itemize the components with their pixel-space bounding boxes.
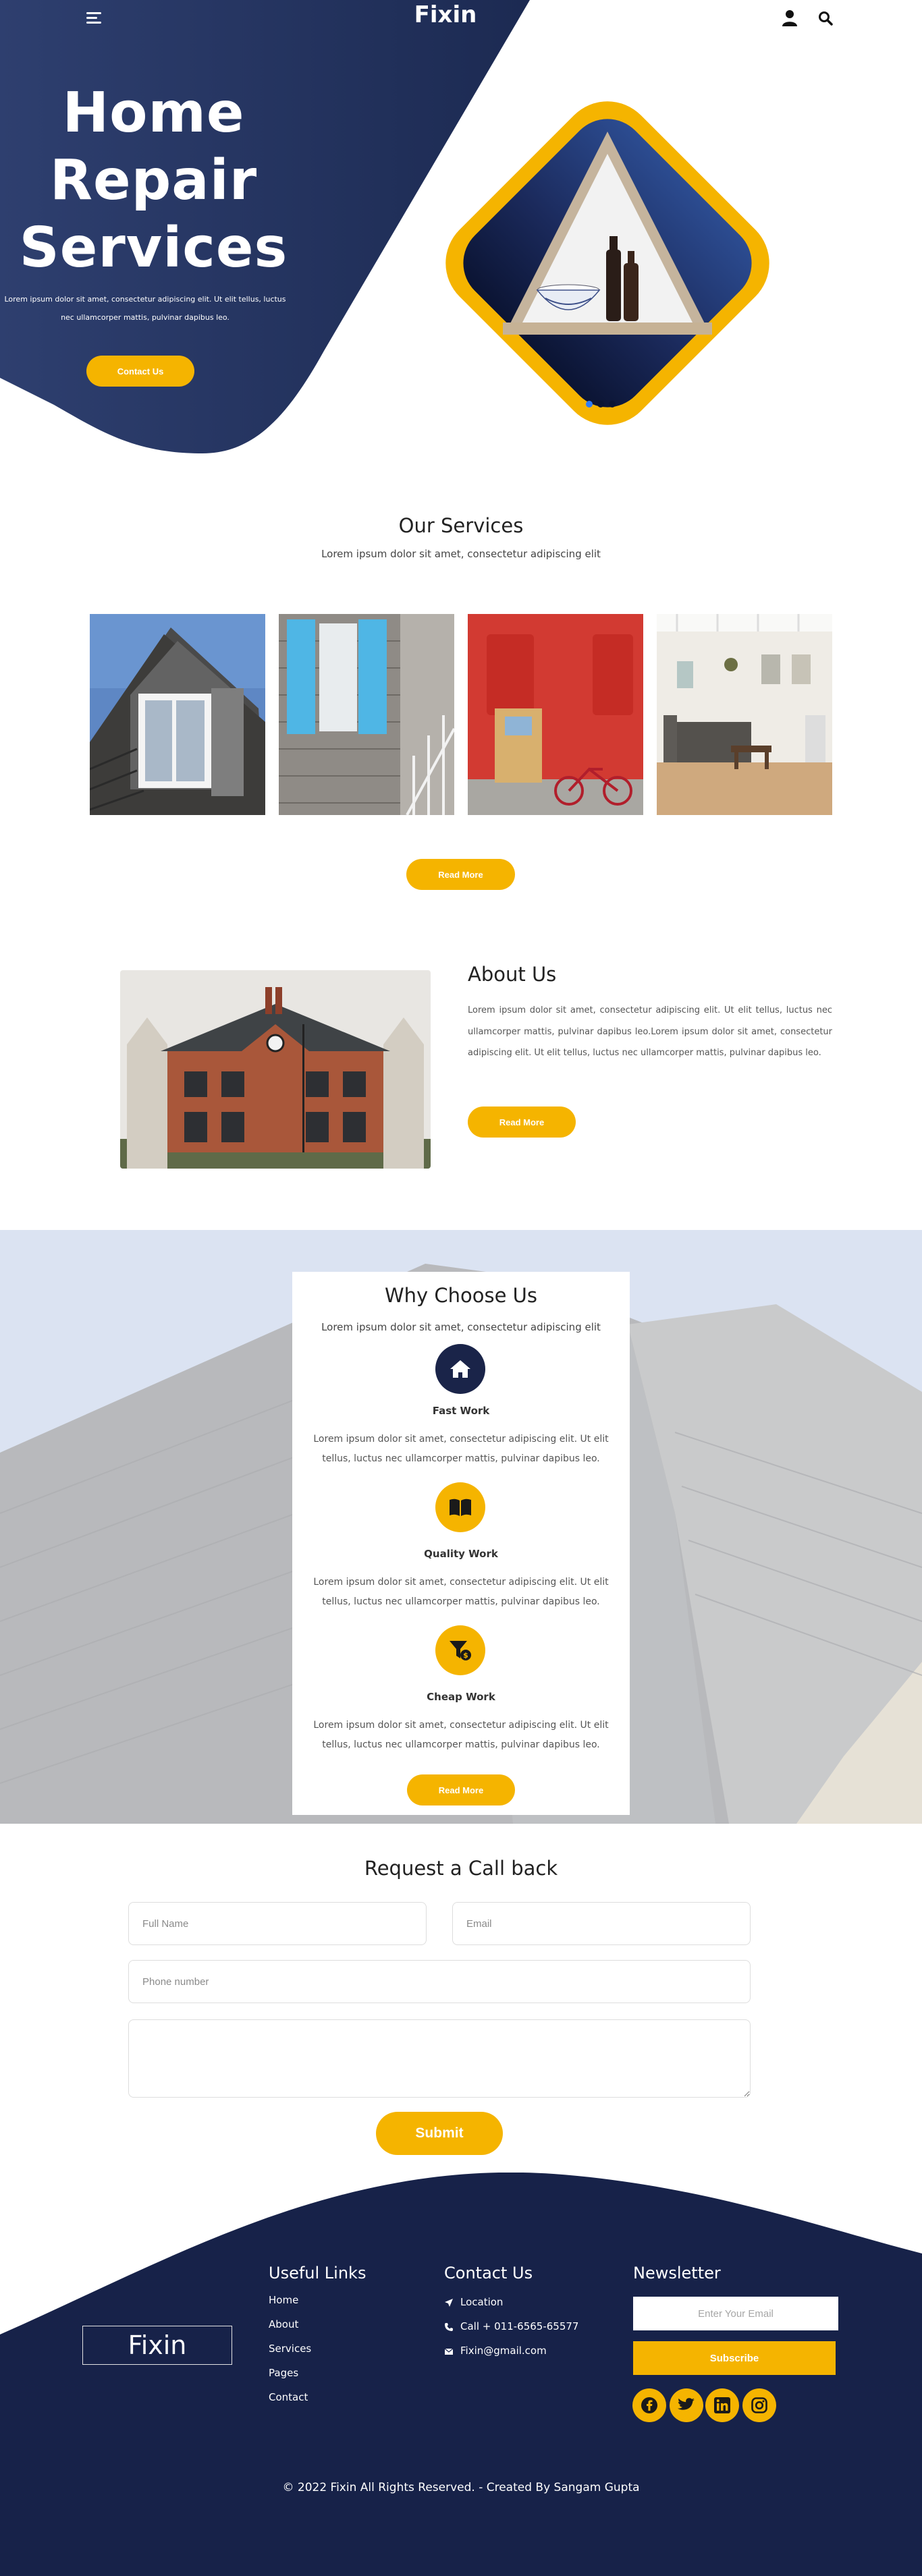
feature-description: Lorem ipsum dolor sit amet, consectetur … [313,1720,609,1750]
services-subtitle: Lorem ipsum dolor sit amet, consectetur … [321,548,601,560]
newsletter-email-input[interactable] [633,2297,838,2330]
footer-link-home[interactable]: Home [269,2294,298,2306]
slider-dots [586,401,616,408]
service-image-wooden-wall[interactable] [279,614,454,815]
about-text: Lorem ipsum dolor sit amet, consectetur … [468,1005,832,1058]
contact-location: Location [460,2296,504,2308]
phone-input[interactable] [128,1960,751,2003]
instagram-icon[interactable] [742,2388,776,2422]
hero-image-slider [445,101,769,425]
hero-title: Home Repair Services [13,80,294,282]
hero-title-line: Services [19,216,288,280]
phone-icon [445,2323,453,2331]
footer-link-services[interactable]: Services [269,2343,311,2355]
why-subtitle: Lorem ipsum dolor sit amet, consectetur … [321,1321,601,1333]
hero-section: Fixin Home Repair Services Lorem ipsum d… [0,0,922,466]
services-title: Our Services [398,514,524,537]
services-read-more-button[interactable]: Read More [406,859,515,890]
callback-title: Request a Call back [364,1857,558,1880]
contact-email[interactable]: Fixin@gmail.com [460,2345,547,2357]
about-house-image [120,970,431,1169]
slider-dot[interactable] [586,401,593,408]
location-arrow-icon [445,2299,453,2307]
message-textarea[interactable] [128,2019,751,2098]
contact-us-title: Contact Us [444,2264,533,2283]
feature-name: Cheap Work [427,1691,495,1703]
feature-description: Lorem ipsum dolor sit amet, consectetur … [313,1434,609,1464]
hero-title-line: Home [62,81,245,145]
about-read-more-button[interactable]: Read More [468,1107,576,1138]
facebook-icon[interactable] [632,2388,666,2422]
svg-text:$: $ [463,1651,468,1660]
funnel-dollar-icon: $ [435,1625,485,1675]
about-title: About Us [468,963,557,986]
hero-description-line: nec ullamcorper mattis, pulvinar dapibus… [61,313,229,322]
footer-link-pages[interactable]: Pages [269,2367,298,2379]
hero-description: Lorem ipsum dolor sit amet, consectetur … [0,290,290,327]
copyright-text: © 2022 Fixin All Rights Reserved. - Crea… [282,2481,640,2494]
subscribe-button[interactable]: Subscribe [633,2341,836,2375]
why-choose-card: Why Choose Us Lorem ipsum dolor sit amet… [292,1272,630,1815]
service-image-roof-window[interactable] [90,614,265,815]
footer-logo[interactable]: Fixin [82,2326,232,2365]
footer-link-contact[interactable]: Contact [269,2391,308,2403]
slider-dot[interactable] [609,401,616,408]
service-image-red-door[interactable] [468,614,643,815]
envelope-icon [444,2348,454,2355]
user-icon[interactable] [782,9,798,27]
newsletter-title: Newsletter [633,2264,721,2283]
hero-title-line: Repair [49,148,258,213]
feature-name: Fast Work [432,1405,490,1417]
feature-description: Lorem ipsum dolor sit amet, consectetur … [313,1577,609,1607]
search-icon[interactable] [818,11,833,26]
hero-description-line: Lorem ipsum dolor sit amet, consectetur … [4,295,286,304]
slider-dot[interactable] [597,401,604,408]
full-name-input[interactable] [128,1902,427,1945]
useful-links-title: Useful Links [269,2264,367,2283]
why-title: Why Choose Us [384,1284,538,1307]
contact-us-button[interactable]: Contact Us [86,356,194,387]
book-icon [435,1482,485,1532]
service-image-living-room[interactable] [657,614,832,815]
email-input[interactable] [452,1902,751,1945]
twitter-icon[interactable] [670,2388,703,2422]
site-logo[interactable]: Fixin [398,1,493,28]
footer-link-about[interactable]: About [269,2318,298,2330]
menu-icon[interactable] [86,12,101,26]
home-icon [435,1344,485,1394]
feature-name: Quality Work [424,1548,498,1560]
contact-phone[interactable]: Call + 011-6565-65577 [460,2320,578,2332]
linkedin-icon[interactable] [705,2388,739,2422]
submit-button[interactable]: Submit [376,2112,503,2155]
why-read-more-button[interactable]: Read More [407,1774,515,1805]
